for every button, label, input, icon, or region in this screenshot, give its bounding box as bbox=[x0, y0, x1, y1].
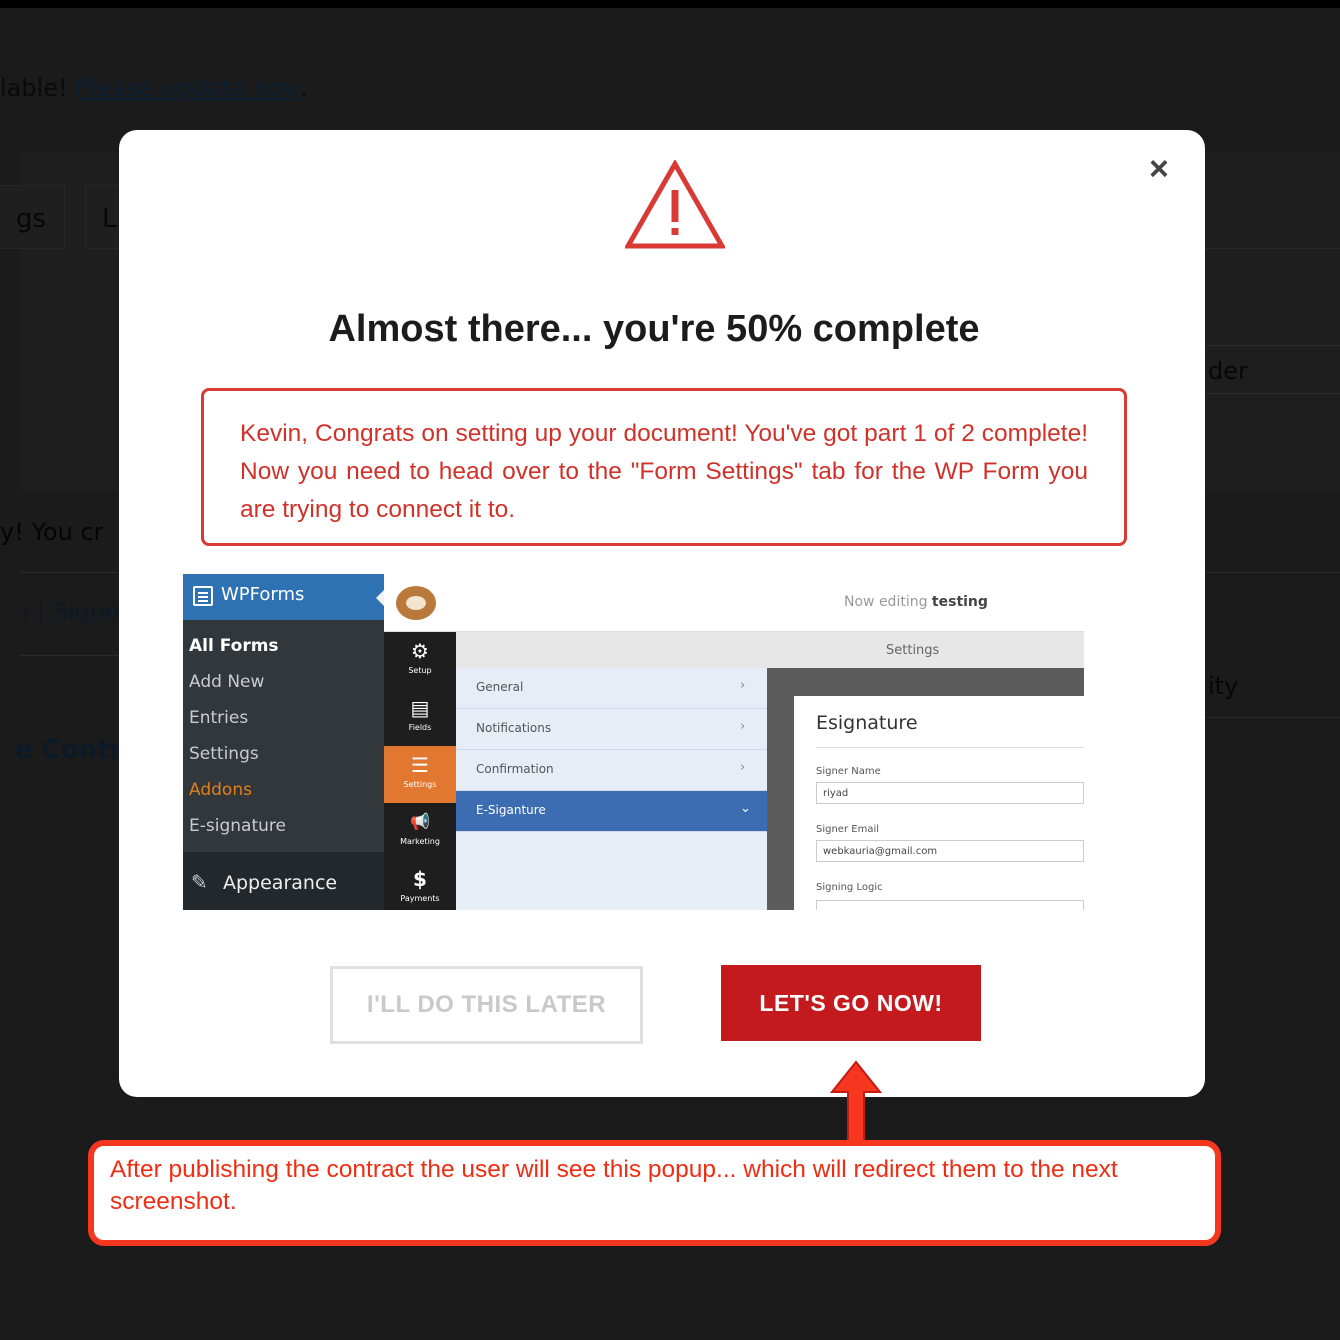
now-editing-label: Now editing testing bbox=[844, 594, 988, 610]
chevron-right-icon: › bbox=[740, 678, 746, 693]
megaphone-icon: 📢 bbox=[410, 812, 430, 831]
panel-confirmation: Confirmation › bbox=[456, 750, 767, 791]
do-later-button[interactable]: I'LL DO THIS LATER bbox=[330, 966, 643, 1044]
submenu-entries: Entries bbox=[189, 708, 249, 728]
wpforms-submenu: All Forms Add New Entries Settings Addon… bbox=[183, 620, 384, 852]
annotation-callout: After publishing the contract the user w… bbox=[88, 1140, 1221, 1246]
background-field-fragment: der bbox=[1208, 357, 1248, 385]
sidebar-fields: ▤ Fields bbox=[384, 689, 456, 746]
settings-content-area: Esignature Signer Name riyad Signer Emai… bbox=[767, 668, 1084, 910]
signing-logic-label: Signing Logic bbox=[816, 882, 883, 893]
background-text-fragment: ity bbox=[1208, 672, 1239, 700]
instruction-screenshot: WPForms All Forms Add New Entries Settin… bbox=[183, 574, 1084, 910]
sliders-icon: ☰ bbox=[411, 753, 429, 777]
background-text-fragment: y! You cr bbox=[0, 518, 104, 546]
chevron-right-icon: › bbox=[740, 760, 746, 775]
admin-top-bar bbox=[0, 0, 1340, 8]
submenu-e-signature: E-signature bbox=[189, 816, 286, 836]
update-notice: lable! Please update now. bbox=[0, 74, 308, 102]
wpforms-menu-header: WPForms bbox=[183, 574, 384, 620]
appearance-label: Appearance bbox=[223, 872, 338, 894]
background-divider bbox=[1205, 572, 1340, 573]
fields-icon: ▤ bbox=[410, 696, 430, 720]
annotation-text: After publishing the contract the user w… bbox=[110, 1156, 1118, 1215]
builder-sidebar: ⚙ Setup ▤ Fields ☰ Settings 📢 Marketing … bbox=[384, 632, 456, 910]
signing-logic-field bbox=[816, 900, 1084, 910]
brush-icon: ✎ bbox=[191, 870, 208, 894]
warning-icon bbox=[625, 160, 725, 249]
chevron-down-icon: ⌄ bbox=[740, 801, 751, 816]
panel-e-signature: E-Siganture ⌄ bbox=[456, 791, 767, 832]
wpforms-mascot-icon bbox=[396, 586, 436, 620]
annotation-arrow-icon bbox=[829, 1060, 883, 1145]
chevron-right-icon: › bbox=[740, 719, 746, 734]
wpforms-menu-title: WPForms bbox=[221, 584, 305, 605]
dollar-icon: $ bbox=[413, 867, 427, 891]
sidebar-setup: ⚙ Setup bbox=[384, 632, 456, 689]
submenu-add-new: Add New bbox=[189, 672, 265, 692]
wpforms-icon bbox=[193, 586, 213, 606]
modal-title: Almost there... you're 50% complete bbox=[328, 308, 980, 350]
gear-icon: ⚙ bbox=[411, 639, 429, 663]
form-builder-header: Now editing testing bbox=[384, 574, 1084, 632]
signer-email-label: Signer Email bbox=[816, 824, 879, 835]
background-divider bbox=[1205, 248, 1340, 249]
sidebar-payments: $ Payments bbox=[384, 860, 456, 910]
lets-go-button[interactable]: LET'S GO NOW! bbox=[721, 965, 981, 1041]
esignature-card: Esignature Signer Name riyad Signer Emai… bbox=[794, 696, 1084, 910]
settings-panel-list: General › Notifications › Confirmation ›… bbox=[456, 668, 767, 910]
instruction-text: Kevin, Congrats on setting up your docum… bbox=[240, 420, 1088, 523]
divider bbox=[816, 747, 1084, 748]
appearance-menu: ✎ Appearance bbox=[183, 852, 384, 910]
update-link[interactable]: Please update now bbox=[75, 74, 300, 102]
background-divider bbox=[1205, 345, 1340, 346]
submenu-all-forms: All Forms bbox=[189, 636, 279, 656]
form-name: testing bbox=[931, 594, 988, 610]
sidebar-marketing: 📢 Marketing bbox=[384, 803, 456, 860]
background-links-fragment: ) | Signe bbox=[20, 598, 120, 626]
submenu-addons: Addons bbox=[189, 780, 252, 800]
progress-modal: × Almost there... you're 50% complete Ke… bbox=[119, 130, 1205, 1097]
background-divider bbox=[1205, 393, 1340, 394]
background-divider bbox=[1205, 717, 1340, 718]
background-divider bbox=[20, 655, 120, 656]
sidebar-settings: ☰ Settings bbox=[384, 746, 456, 803]
wp-admin-menu: WPForms All Forms Add New Entries Settin… bbox=[183, 574, 385, 910]
panel-general: General › bbox=[456, 668, 767, 709]
close-icon[interactable]: × bbox=[1149, 152, 1169, 186]
settings-header-bar: Settings bbox=[456, 632, 1084, 668]
background-divider bbox=[20, 572, 120, 573]
submenu-settings: Settings bbox=[189, 744, 259, 764]
panel-notifications: Notifications › bbox=[456, 709, 767, 750]
background-tab-1[interactable]: gs bbox=[0, 185, 65, 249]
signer-name-label: Signer Name bbox=[816, 766, 881, 777]
settings-header-label: Settings bbox=[886, 643, 940, 658]
instruction-alert: Kevin, Congrats on setting up your docum… bbox=[201, 388, 1127, 546]
esignature-title: Esignature bbox=[816, 712, 918, 734]
signer-email-field: webkauria@gmail.com bbox=[816, 840, 1084, 862]
signer-name-field: riyad bbox=[816, 782, 1084, 804]
